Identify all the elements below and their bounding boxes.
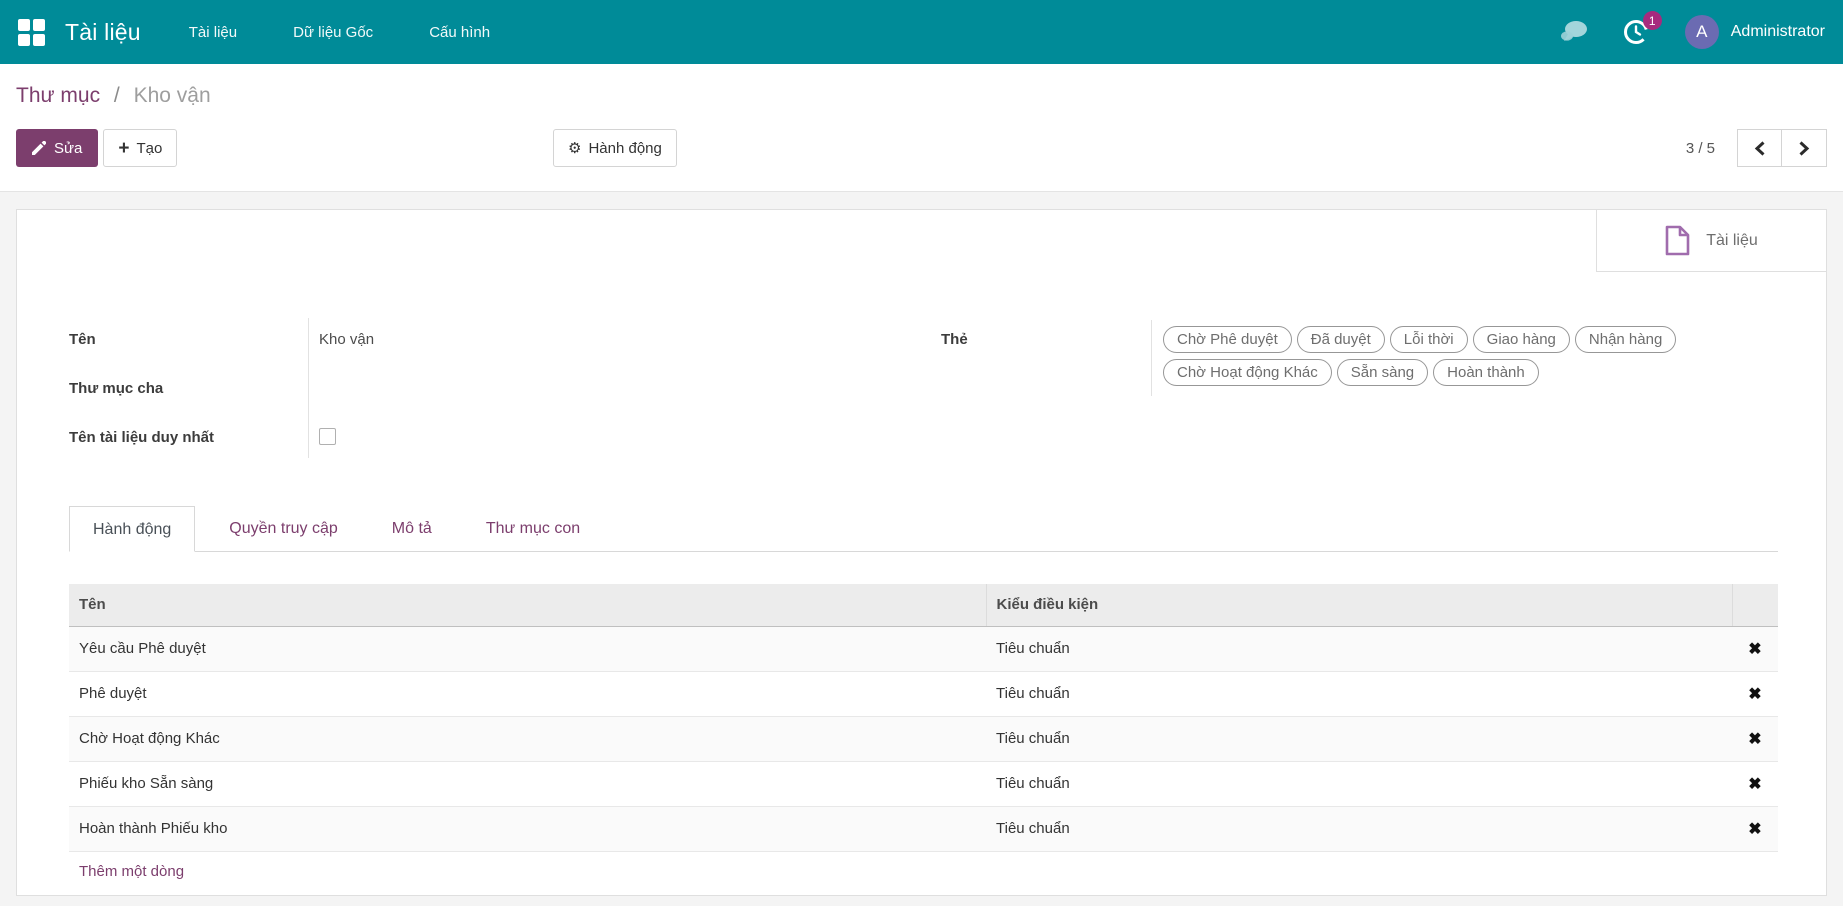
row-delete-cell: ✖	[1732, 761, 1778, 806]
row-condition-cell[interactable]: Tiêu chuẩn	[986, 761, 1732, 806]
table-row[interactable]: Chờ Hoạt động KhácTiêu chuẩn ✖	[69, 716, 1778, 761]
tag-pill[interactable]: Sẵn sàng	[1337, 359, 1428, 386]
row-name-cell[interactable]: Hoàn thành Phiếu kho	[69, 806, 986, 851]
form-sheet: Tài liệu Tên Thư mục cha Tên tài liệu du…	[16, 209, 1827, 896]
column-header-name[interactable]: Tên	[69, 584, 986, 626]
delete-row-icon[interactable]: ✖	[1748, 776, 1761, 793]
tab[interactable]: Hành động	[69, 506, 195, 552]
row-condition-cell[interactable]: Tiêu chuẩn	[986, 626, 1732, 671]
document-icon	[1665, 225, 1690, 256]
navbar-right: 1 A Administrator	[1525, 15, 1825, 49]
user-name: Administrator	[1731, 23, 1825, 41]
tab[interactable]: Mô tả	[372, 506, 452, 552]
delete-row-icon[interactable]: ✖	[1748, 821, 1761, 838]
form-view-area: Tài liệu Tên Thư mục cha Tên tài liệu du…	[0, 192, 1843, 896]
row-condition-cell[interactable]: Tiêu chuẩn	[986, 716, 1732, 761]
row-name-cell[interactable]: Phiếu kho Sẵn sàng	[69, 761, 986, 806]
field-separator-line	[1151, 320, 1152, 396]
tags-list: Chờ Phê duyệtĐã duyệtLỗi thờiGiao hàngNh…	[1163, 326, 1767, 386]
apps-menu-icon[interactable]	[18, 19, 45, 46]
name-field-value[interactable]: Kho vận	[319, 331, 374, 348]
tag-pill[interactable]: Chờ Phê duyệt	[1163, 326, 1292, 353]
chevron-left-icon	[1754, 141, 1766, 156]
unique-name-checkbox[interactable]	[319, 428, 336, 445]
column-header-delete	[1732, 584, 1778, 626]
pager: 3 / 5	[1686, 129, 1827, 167]
table-row[interactable]: Hoàn thành Phiếu khoTiêu chuẩn ✖	[69, 806, 1778, 851]
column-header-condition[interactable]: Kiểu điều kiện	[986, 584, 1732, 626]
row-delete-cell: ✖	[1732, 671, 1778, 716]
row-condition-cell[interactable]: Tiêu chuẩn	[986, 806, 1732, 851]
actions-table: Tên Kiểu điều kiện Yêu cầu Phê duyệtTiêu…	[69, 584, 1778, 892]
avatar: A	[1685, 15, 1719, 49]
breadcrumb-separator: /	[114, 84, 120, 107]
toolbar: Sửa + Tạo ⚙ Hành động 3 / 5	[16, 129, 1827, 167]
tag-pill[interactable]: Giao hàng	[1473, 326, 1570, 353]
table-row[interactable]: Phê duyệtTiêu chuẩn ✖	[69, 671, 1778, 716]
user-menu[interactable]: A Administrator	[1685, 15, 1825, 49]
create-button-label: Tạo	[137, 140, 163, 157]
activities-icon[interactable]: 1	[1623, 19, 1649, 45]
unique-name-field-label: Tên tài liệu duy nhất	[69, 429, 214, 446]
breadcrumb-current: Kho vận	[134, 84, 211, 107]
top-navbar: Tài liệu Tài liệu Dữ liệu Gốc Cấu hình 1 A…	[0, 0, 1843, 64]
delete-row-icon[interactable]: ✖	[1748, 731, 1761, 748]
tag-pill[interactable]: Lỗi thời	[1390, 326, 1468, 353]
menu-item[interactable]: Tài liệu	[189, 24, 237, 41]
app-brand-title[interactable]: Tài liệu	[65, 19, 141, 46]
pager-next-button[interactable]	[1782, 129, 1827, 167]
breadcrumb: Thư mục / Kho vận	[16, 84, 1827, 108]
action-button[interactable]: ⚙ Hành động	[553, 129, 677, 167]
tag-pill[interactable]: Đã duyệt	[1297, 326, 1385, 353]
add-line-link[interactable]: Thêm một dòng	[69, 851, 1778, 892]
tag-pill[interactable]: Chờ Hoạt động Khác	[1163, 359, 1332, 386]
chat-bubbles-icon	[1559, 20, 1589, 44]
row-delete-cell: ✖	[1732, 626, 1778, 671]
menu-item[interactable]: Dữ liệu Gốc	[293, 24, 373, 41]
notebook: Hành động Quyền truy cập Mô tả Thư mục con	[69, 506, 1778, 552]
pencil-icon	[32, 141, 46, 155]
tag-pill[interactable]: Hoàn thành	[1433, 359, 1539, 386]
actions-table-wrap: Tên Kiểu điều kiện Yêu cầu Phê duyệtTiêu…	[69, 584, 1778, 892]
edit-button[interactable]: Sửa	[16, 129, 98, 167]
delete-row-icon[interactable]: ✖	[1748, 686, 1761, 703]
table-row[interactable]: Yêu cầu Phê duyệtTiêu chuẩn ✖	[69, 626, 1778, 671]
pager-count: 3 / 5	[1686, 140, 1715, 157]
parent-folder-field-label: Thư mục cha	[69, 380, 163, 397]
plus-icon: +	[118, 139, 129, 158]
field-separator-line	[308, 318, 309, 458]
main-menu: Tài liệu Dữ liệu Gốc Cấu hình	[189, 24, 490, 41]
breadcrumb-parent[interactable]: Thư mục	[16, 84, 100, 107]
action-button-label: Hành động	[588, 140, 661, 157]
pager-previous-button[interactable]	[1737, 129, 1782, 167]
messages-icon[interactable]	[1559, 20, 1589, 44]
row-condition-cell[interactable]: Tiêu chuẩn	[986, 671, 1732, 716]
create-button[interactable]: + Tạo	[103, 129, 177, 167]
row-name-cell[interactable]: Chờ Hoạt động Khác	[69, 716, 986, 761]
row-delete-cell: ✖	[1732, 806, 1778, 851]
row-name-cell[interactable]: Yêu cầu Phê duyệt	[69, 626, 986, 671]
name-field-label: Tên	[69, 331, 96, 348]
documents-stat-label: Tài liệu	[1706, 232, 1758, 250]
tab[interactable]: Quyền truy cập	[209, 506, 358, 552]
tab[interactable]: Thư mục con	[466, 506, 600, 552]
tag-pill[interactable]: Nhận hàng	[1575, 326, 1676, 353]
chevron-right-icon	[1798, 141, 1810, 156]
control-panel: Thư mục / Kho vận Sửa + Tạo ⚙ Hành động …	[0, 64, 1843, 192]
menu-item[interactable]: Cấu hình	[429, 24, 490, 41]
gear-icon: ⚙	[568, 139, 581, 157]
documents-stat-button[interactable]: Tài liệu	[1596, 210, 1826, 272]
row-name-cell[interactable]: Phê duyệt	[69, 671, 986, 716]
delete-row-icon[interactable]: ✖	[1748, 641, 1761, 658]
tab-bar: Hành động Quyền truy cập Mô tả Thư mục con	[69, 506, 1778, 552]
edit-button-label: Sửa	[54, 140, 82, 157]
activity-count-badge: 1	[1643, 11, 1662, 30]
table-row[interactable]: Phiếu kho Sẵn sàngTiêu chuẩn ✖	[69, 761, 1778, 806]
tags-field-label: Thẻ	[941, 331, 968, 348]
row-delete-cell: ✖	[1732, 716, 1778, 761]
